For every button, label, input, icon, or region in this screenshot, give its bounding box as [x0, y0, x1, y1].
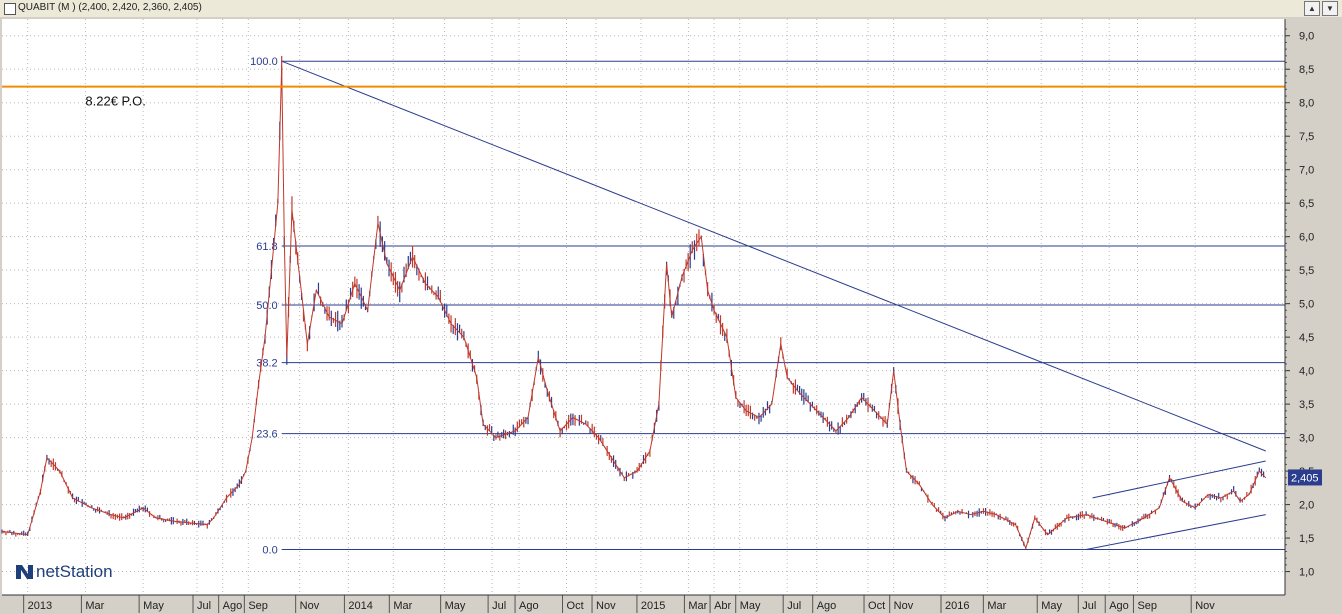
- x-tick-label: Nov: [1195, 600, 1215, 612]
- price-chart[interactable]: 100.061.850.038.223.60.0 8.22€ P.O. 1,01…: [0, 17, 1342, 614]
- x-tick-label: Abr: [714, 600, 731, 612]
- y-tick-label: 3,5: [1299, 399, 1314, 411]
- y-tick-label: 6,0: [1299, 232, 1314, 244]
- x-tick-label: May: [445, 600, 466, 612]
- y-tick-label: 7,5: [1299, 131, 1314, 143]
- x-tick-label: 2014: [348, 600, 372, 612]
- x-tick-label: 2016: [945, 600, 969, 612]
- window-title: QUABIT (M ) (2,400, 2,420, 2,360, 2,405): [18, 2, 202, 13]
- y-tick-label: 3,0: [1299, 433, 1314, 445]
- x-tick-label: 2013: [28, 600, 52, 612]
- window-titlebar: QUABIT (M ) (2,400, 2,420, 2,360, 2,405)…: [0, 0, 1342, 18]
- y-tick-label: 2,0: [1299, 500, 1314, 512]
- x-tick-label: Mar: [688, 600, 707, 612]
- x-tick-label: May: [740, 600, 761, 612]
- x-tick-label: Sep: [248, 600, 268, 612]
- y-tick-label: 6,5: [1299, 198, 1314, 210]
- x-tick-label: Jul: [787, 600, 801, 612]
- x-tick-label: Mar: [393, 600, 412, 612]
- y-tick-label: 4,0: [1299, 366, 1314, 378]
- x-tick-label: Jul: [1082, 600, 1096, 612]
- x-tick-label: Mar: [987, 600, 1006, 612]
- x-tick-label: Nov: [300, 600, 320, 612]
- price-objective-label: 8.22€ P.O.: [85, 93, 145, 108]
- y-tick-label: 5,0: [1299, 299, 1314, 311]
- x-tick-label: 2015: [641, 600, 665, 612]
- x-tick-label: Oct: [567, 600, 584, 612]
- fib-level-label: 100.0: [250, 56, 278, 68]
- y-tick-label: 4,5: [1299, 332, 1314, 344]
- fib-level-label: 23.6: [256, 429, 277, 441]
- x-tick-label: Oct: [868, 600, 885, 612]
- plot-area: [2, 19, 1285, 595]
- x-tick-label: Nov: [596, 600, 616, 612]
- fib-level-label: 0.0: [262, 544, 277, 556]
- y-tick-label: 1,5: [1299, 533, 1314, 545]
- y-tick-label: 9,0: [1299, 31, 1314, 43]
- y-tick-label: 7,0: [1299, 165, 1314, 177]
- x-tick-label: Ago: [519, 600, 539, 612]
- x-tick-label: Mar: [85, 600, 104, 612]
- x-tick-label: Nov: [894, 600, 914, 612]
- fib-level-label: 38.2: [256, 358, 277, 370]
- y-tick-label: 5,5: [1299, 265, 1314, 277]
- y-tick-label: 8,0: [1299, 98, 1314, 110]
- y-tick-label: 8,5: [1299, 64, 1314, 76]
- chart-window: QUABIT (M ) (2,400, 2,420, 2,360, 2,405)…: [0, 0, 1342, 614]
- x-tick-label: Ago: [223, 600, 243, 612]
- x-tick-label: May: [1041, 600, 1062, 612]
- y-tick-label: 1,0: [1299, 567, 1314, 579]
- scroll-up-button[interactable]: ▲: [1304, 1, 1320, 16]
- x-tick-label: Jul: [197, 600, 211, 612]
- scroll-down-button[interactable]: ▼: [1322, 1, 1338, 16]
- x-tick-label: Sep: [1137, 600, 1157, 612]
- x-tick-label: Ago: [1109, 600, 1129, 612]
- last-value-label: 2,405: [1291, 472, 1319, 484]
- brand-name: netStation: [36, 562, 113, 581]
- window-icon: [4, 3, 16, 15]
- x-tick-label: Jul: [492, 600, 506, 612]
- x-tick-label: May: [143, 600, 164, 612]
- x-tick-label: Ago: [817, 600, 837, 612]
